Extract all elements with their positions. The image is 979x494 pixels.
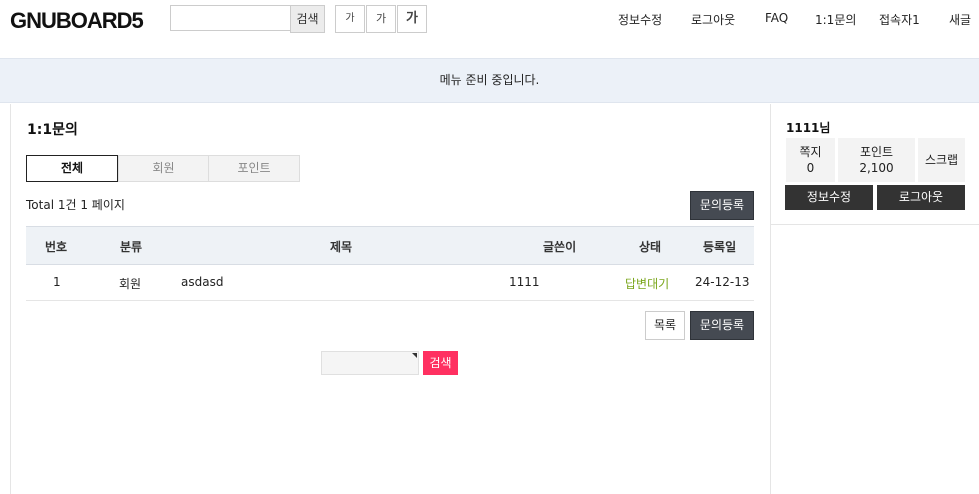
register-button-bottom[interactable]: 문의등록 xyxy=(690,311,754,340)
nav-faq[interactable]: FAQ xyxy=(765,11,788,25)
board-search-button[interactable]: 검색 xyxy=(423,351,458,375)
table-cell-date: 24-12-13 xyxy=(695,275,750,289)
nav-new-posts[interactable]: 새글 xyxy=(949,11,971,28)
memo-count: 0 xyxy=(806,161,815,175)
page-title: 1:1문의 xyxy=(27,122,78,138)
content-left-border xyxy=(10,104,11,494)
list-button[interactable]: 목록 xyxy=(645,311,685,340)
table-cell-category: 회원 xyxy=(119,277,142,291)
menu-banner: 메뉴 준비 중입니다. xyxy=(0,58,979,103)
sidebar-logout-button[interactable]: 로그아웃 xyxy=(877,185,965,210)
column-header-date: 등록일 xyxy=(703,240,737,254)
sidebar-bottom-divider xyxy=(771,224,979,225)
header-search-button[interactable]: 검색 xyxy=(290,5,325,33)
tab-member[interactable]: 회원 xyxy=(118,155,209,182)
column-header-category: 분류 xyxy=(120,240,143,254)
point-value: 2,100 xyxy=(859,161,894,175)
nav-qa[interactable]: 1:1문의 xyxy=(815,11,856,28)
header-search-input[interactable] xyxy=(170,5,290,31)
memo-label: 쪽지 xyxy=(799,145,822,159)
register-button-top[interactable]: 문의등록 xyxy=(690,191,754,220)
table-cell-writer: 1111 xyxy=(509,275,540,289)
sidebar-memo[interactable]: 쪽지 0 xyxy=(786,138,835,182)
table-cell-subject-link[interactable]: asdasd xyxy=(181,275,223,289)
sidebar-point[interactable]: 포인트 2,100 xyxy=(838,138,915,182)
sidebar-username: 1111님 xyxy=(786,121,831,135)
tab-point[interactable]: 포인트 xyxy=(208,155,300,182)
column-header-number: 번호 xyxy=(45,240,68,254)
table-cell-number: 1 xyxy=(53,275,61,289)
nav-edit-profile[interactable]: 정보수정 xyxy=(618,11,662,28)
sidebar-divider xyxy=(770,104,771,494)
font-size-large-button[interactable]: 가 xyxy=(397,5,427,33)
nav-visitors[interactable]: 접속자1 xyxy=(879,11,920,28)
total-count: Total 1건 1 페이지 xyxy=(26,198,125,212)
column-header-status: 상태 xyxy=(639,240,662,254)
column-header-writer: 글쓴이 xyxy=(543,240,577,254)
font-size-small-button[interactable]: 가 xyxy=(335,5,365,33)
column-header-subject: 제목 xyxy=(330,240,353,254)
font-size-medium-button[interactable]: 가 xyxy=(366,5,396,33)
tab-all[interactable]: 전체 xyxy=(26,155,118,182)
site-logo[interactable]: GNUBOARD5 xyxy=(10,8,144,34)
point-label: 포인트 xyxy=(859,145,894,159)
table-row-divider xyxy=(26,300,754,301)
nav-logout[interactable]: 로그아웃 xyxy=(691,11,735,28)
dropdown-corner-icon xyxy=(412,353,417,358)
table-cell-status: 답변대기 xyxy=(625,277,670,291)
sidebar-scrap[interactable]: 스크랩 xyxy=(918,138,965,182)
sidebar-edit-profile-button[interactable]: 정보수정 xyxy=(785,185,873,210)
board-search-select[interactable] xyxy=(321,351,419,375)
